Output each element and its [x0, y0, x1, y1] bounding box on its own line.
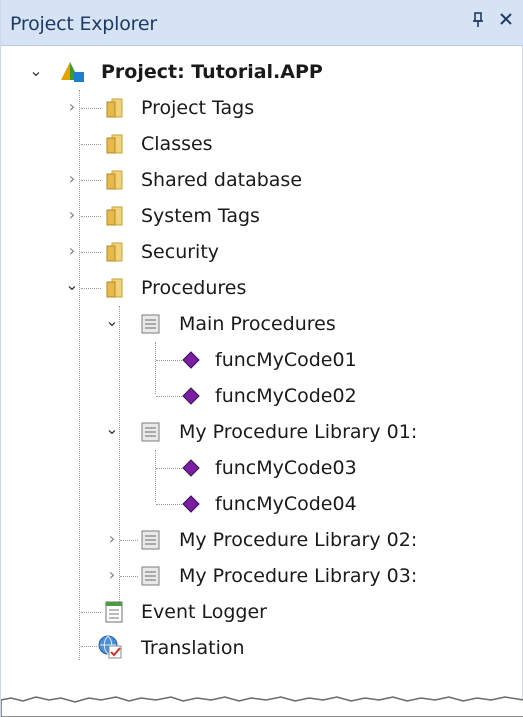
script-icon — [139, 421, 161, 443]
tree-line — [81, 216, 101, 217]
tree-item-label: Classes — [141, 133, 213, 155]
tree-item-system-tags[interactable]: › System Tags — [1, 198, 401, 234]
chevron-right-icon[interactable]: › — [65, 171, 79, 187]
tree-line — [81, 646, 97, 647]
translation-icon — [97, 634, 122, 659]
tree-line — [156, 396, 182, 397]
chevron-right-icon[interactable]: › — [65, 99, 79, 115]
tree-item-funcmycode04[interactable]: funcMyCode04 — [1, 486, 441, 522]
tree-item-funcmycode03[interactable]: funcMyCode03 — [1, 450, 441, 486]
tree-item-label: Event Logger — [141, 601, 267, 623]
tree-line — [81, 252, 101, 253]
tree-line — [81, 144, 101, 145]
close-icon[interactable] — [495, 9, 517, 33]
tree-item-funcmycode01[interactable]: funcMyCode01 — [1, 342, 441, 378]
chevron-down-icon[interactable]: ⌄ — [65, 277, 79, 293]
pin-icon[interactable] — [469, 11, 487, 33]
tree-item-label: Translation — [141, 637, 245, 659]
function-icon — [181, 350, 203, 372]
tree-item-event-logger[interactable]: Event Logger — [1, 594, 401, 630]
chevron-right-icon[interactable]: › — [105, 531, 119, 547]
chevron-down-icon[interactable]: ⌄ — [105, 421, 119, 437]
tree-item-my-procedure-library-01[interactable]: ⌄ My Procedure Library 01: — [1, 414, 471, 450]
tree-item-funcmycode02[interactable]: funcMyCode02 — [1, 378, 441, 414]
tree-item-label: Procedures — [141, 277, 247, 299]
folder-icon — [103, 277, 125, 299]
app-logo-icon — [59, 60, 84, 82]
tree-item-label: Main Procedures — [179, 313, 336, 335]
tree-item-label: My Procedure Library 02: — [179, 529, 418, 551]
tree-item-procedures[interactable]: ⌄ Procedures — [1, 270, 401, 306]
tree-line — [156, 360, 182, 361]
tree-item-main-procedures[interactable]: ⌄ Main Procedures — [1, 306, 441, 342]
tree-item-security[interactable]: › Security — [1, 234, 401, 270]
project-tree: ⌄ Project: Tutorial.APP › Project Tags C… — [1, 46, 523, 686]
tree-item-label: funcMyCode02 — [215, 385, 357, 407]
logger-icon — [103, 600, 125, 623]
tree-line — [156, 504, 182, 505]
folder-icon — [103, 241, 125, 263]
tree-item-label: funcMyCode03 — [215, 457, 357, 479]
folder-icon — [103, 205, 125, 227]
torn-edge-decoration — [1, 696, 523, 717]
chevron-right-icon[interactable]: › — [65, 243, 79, 259]
function-icon — [181, 494, 203, 516]
project-explorer-panel: Project Explorer ⌄ Project: Tutorial.APP… — [0, 0, 523, 717]
tree-item-label: My Procedure Library 03: — [179, 565, 418, 587]
tree-item-shared-database[interactable]: › Shared database — [1, 162, 401, 198]
tree-line — [120, 576, 138, 577]
tree-item-project-tags[interactable]: › Project Tags — [1, 90, 401, 126]
root-label: Project: Tutorial.APP — [101, 61, 323, 83]
folder-icon — [103, 97, 125, 119]
tree-line — [81, 288, 101, 289]
tree-line — [81, 180, 101, 181]
tree-item-label: Project Tags — [141, 97, 255, 119]
chevron-right-icon[interactable]: › — [105, 567, 119, 583]
panel-titlebar: Project Explorer — [1, 0, 523, 46]
tree-item-label: My Procedure Library 01: — [179, 421, 418, 443]
chevron-right-icon[interactable]: › — [65, 207, 79, 223]
script-icon — [139, 313, 161, 335]
folder-icon — [103, 133, 125, 155]
tree-item-my-procedure-library-03[interactable]: › My Procedure Library 03: — [1, 558, 471, 594]
folder-icon — [103, 169, 125, 191]
chevron-down-icon[interactable]: ⌄ — [29, 63, 43, 79]
chevron-down-icon[interactable]: ⌄ — [105, 313, 119, 329]
tree-item-label: Security — [141, 241, 220, 263]
tree-item-my-procedure-library-02[interactable]: › My Procedure Library 02: — [1, 522, 471, 558]
tree-line — [81, 108, 101, 109]
tree-item-label: System Tags — [141, 205, 260, 227]
script-icon — [139, 565, 161, 587]
tree-item-label: funcMyCode04 — [215, 493, 357, 515]
function-icon — [181, 386, 203, 408]
function-icon — [181, 458, 203, 480]
tree-item-translation[interactable]: Translation — [1, 630, 401, 666]
panel-title: Project Explorer — [10, 13, 157, 35]
tree-root[interactable]: ⌄ Project: Tutorial.APP — [1, 54, 401, 90]
tree-item-classes[interactable]: Classes — [1, 126, 401, 162]
tree-line — [120, 540, 138, 541]
tree-line — [156, 468, 182, 469]
tree-item-label: Shared database — [141, 169, 303, 191]
tree-item-label: funcMyCode01 — [215, 349, 357, 371]
tree-line — [81, 612, 101, 613]
script-icon — [139, 529, 161, 551]
